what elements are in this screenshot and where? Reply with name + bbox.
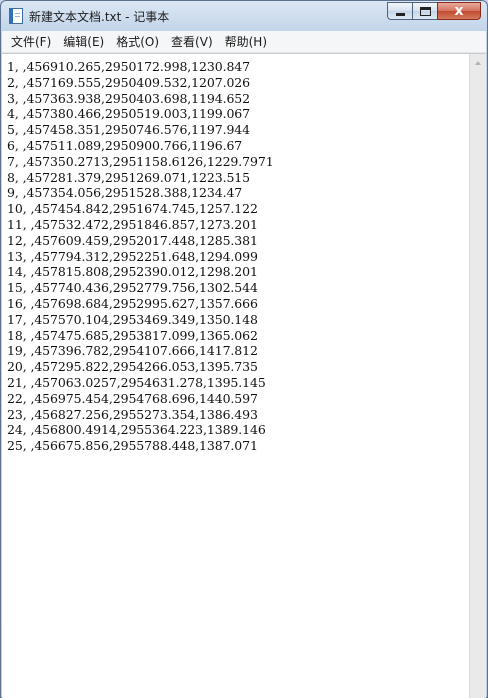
text-line: 24, ,456800.4914,2955364.223,1389.146 (7, 422, 266, 438)
text-line: 7, ,457350.2713,2951158.6126,1229.7971 (7, 153, 274, 169)
text-line: 1, ,456910.265,2950172.998,1230.847 (7, 59, 251, 74)
minimize-button[interactable] (387, 2, 413, 20)
menu-file[interactable]: 文件(F) (5, 31, 57, 52)
minimize-icon (396, 13, 405, 16)
text-line: 20, ,457295.822,2954266.053,1395.735 (7, 359, 258, 375)
text-line: 3, ,457363.938,2950403.698,1194.652 (7, 90, 251, 106)
text-line: 25, ,456675.856,2955788.448,1387.071 (7, 438, 258, 454)
close-button[interactable]: x (437, 2, 481, 20)
menu-bar: 文件(F) 编辑(E) 格式(O) 查看(V) 帮助(H) (2, 31, 486, 53)
menu-edit[interactable]: 编辑(E) (57, 31, 110, 52)
text-line: 12, ,457609.459,2952017.448,1285.381 (7, 232, 258, 248)
notepad-window: 新建文本文档.txt - 记事本 x 文件(F) 编辑(E) 格式(O) 查看(… (0, 0, 488, 698)
text-line: 4, ,457380.466,2950519.003,1199.067 (7, 106, 251, 122)
notepad-icon[interactable] (9, 8, 23, 24)
text-editor[interactable]: 1, ,456910.265,2950172.998,1230.847 2, ,4… (2, 54, 468, 698)
editor-area: 1, ,456910.265,2950172.998,1230.847 2, ,4… (2, 53, 486, 698)
window-title: 新建文本文档.txt - 记事本 (29, 10, 170, 24)
text-line: 17, ,457570.104,2953469.349,1350.148 (7, 311, 258, 327)
menu-help[interactable]: 帮助(H) (219, 31, 273, 52)
text-line: 21, ,457063.0257,2954631.278,1395.145 (7, 374, 266, 390)
window-controls: x (387, 2, 481, 20)
text-line: 23, ,456827.256,2955273.354,1386.493 (7, 406, 258, 422)
text-line: 5, ,457458.351,2950746.576,1197.944 (7, 122, 251, 138)
scroll-up-arrow-icon[interactable] (470, 54, 486, 71)
close-icon: x (454, 3, 464, 19)
vertical-scrollbar[interactable] (469, 54, 486, 698)
text-line: 6, ,457511.089,2950900.766,1196.67 (7, 137, 243, 153)
text-line: 9, ,457354.056,2951528.388,1234.47 (7, 185, 243, 201)
scroll-track[interactable] (470, 71, 486, 698)
text-line: 13, ,457794.312,2952251.648,1294.099 (7, 248, 258, 264)
text-line: 16, ,457698.684,2952995.627,1357.666 (7, 295, 258, 311)
text-line: 19, ,457396.782,2954107.666,1417.812 (7, 343, 258, 359)
text-line: 2, ,457169.555,2950409.532,1207.026 (7, 74, 251, 90)
menu-view[interactable]: 查看(V) (165, 31, 219, 52)
maximize-icon (420, 7, 431, 16)
text-line: 14, ,457815.808,2952390.012,1298.201 (7, 264, 258, 280)
title-bar[interactable]: 新建文本文档.txt - 记事本 x (1, 1, 487, 31)
text-line: 18, ,457475.685,2953817.099,1365.062 (7, 327, 258, 343)
text-line: 10, ,457454.842,2951674.745,1257.122 (7, 201, 258, 217)
menu-format[interactable]: 格式(O) (110, 31, 165, 52)
text-line: 15, ,457740.436,2952779.756,1302.544 (7, 280, 258, 296)
text-line: 11, ,457532.472,2951846.857,1273.201 (7, 216, 258, 232)
text-line: 22, ,456975.454,2954768.696,1440.597 (7, 390, 258, 406)
maximize-button[interactable] (412, 2, 438, 20)
text-line: 8, ,457281.379,2951269.071,1223.515 (7, 169, 251, 185)
